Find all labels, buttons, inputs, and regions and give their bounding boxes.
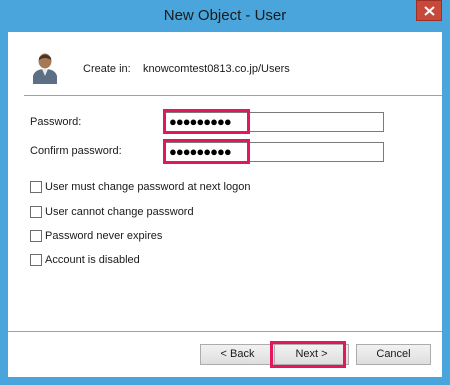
checkbox-label: User must change password at next logon xyxy=(45,181,251,193)
create-in-label: Create in: xyxy=(83,63,131,75)
user-icon xyxy=(33,53,57,84)
window-title: New Object - User xyxy=(163,7,287,24)
checkbox-label: Account is disabled xyxy=(45,254,140,266)
checkbox-label: User cannot change password xyxy=(45,206,194,218)
cancel-button[interactable]: Cancel xyxy=(356,344,431,365)
close-icon xyxy=(424,6,435,16)
password-highlight xyxy=(163,109,250,134)
next-button-highlight xyxy=(270,341,346,368)
password-label: Password: xyxy=(30,116,82,128)
confirm-password-highlight xyxy=(163,139,250,164)
checkbox[interactable] xyxy=(30,206,42,218)
checkbox-label: Password never expires xyxy=(45,230,163,242)
close-button[interactable] xyxy=(416,0,442,21)
checkbox[interactable] xyxy=(30,181,42,193)
confirm-password-label: Confirm password: xyxy=(30,145,122,157)
back-button[interactable]: < Back xyxy=(200,344,275,365)
dialog-body: Create in: knowcomtest0813.co.jp/Users P… xyxy=(8,32,442,377)
checkbox[interactable] xyxy=(30,230,42,242)
dialog-window: New Object - User Create in: knowcomtest… xyxy=(0,0,450,385)
checkbox[interactable] xyxy=(30,254,42,266)
title-bar[interactable]: New Object - User xyxy=(0,0,450,32)
create-in-header: Create in: knowcomtest0813.co.jp/Users xyxy=(8,32,442,95)
header-separator xyxy=(24,95,442,97)
create-in-path: knowcomtest0813.co.jp/Users xyxy=(143,63,290,75)
footer-separator xyxy=(8,331,442,333)
